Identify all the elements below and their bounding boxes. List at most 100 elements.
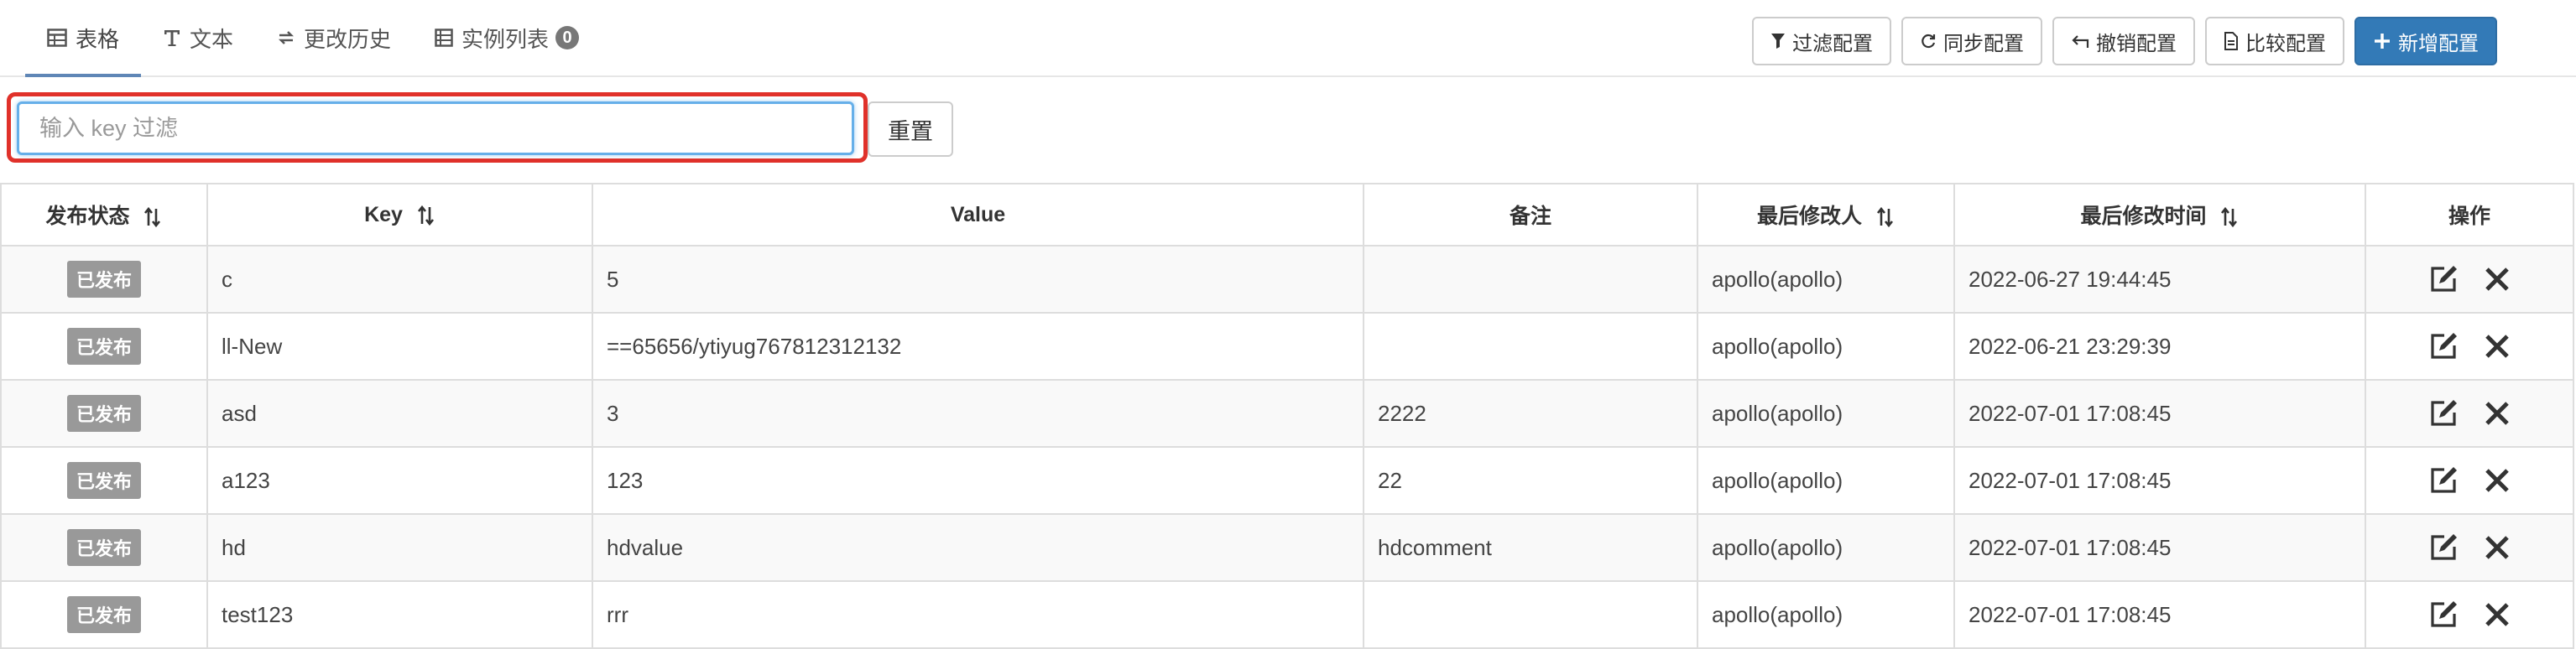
config-toolbar: 过滤配置 同步配置 撤销配置 比较配置 新增配置 (1752, 17, 2497, 65)
compare-config-button[interactable]: 比较配置 (2205, 17, 2344, 65)
column-header-value: Value (592, 183, 1364, 247)
tab-label: 文本 (190, 26, 234, 52)
status-badge: 已发布 (66, 328, 141, 365)
status-badge: 已发布 (66, 261, 141, 298)
key-cell: hd (206, 513, 593, 582)
value-cell: 5 (592, 245, 1364, 314)
delete-icon[interactable] (2483, 600, 2511, 629)
button-label: 过滤配置 (1792, 32, 1873, 55)
modifier-cell: apollo(apollo) (1697, 446, 1955, 515)
tab-table[interactable]: 表格 (25, 0, 142, 77)
delete-icon[interactable] (2483, 533, 2511, 562)
button-label: 比较配置 (2245, 32, 2326, 55)
edit-icon[interactable] (2427, 599, 2459, 631)
edit-icon[interactable] (2427, 397, 2459, 429)
status-badge: 已发布 (66, 596, 141, 633)
reset-button[interactable]: 重置 (868, 101, 953, 157)
edit-icon[interactable] (2427, 263, 2459, 295)
time-cell: 2022-06-21 23:29:39 (1953, 312, 2366, 381)
table-icon (47, 29, 67, 47)
tab-instance-list[interactable]: 实例列表 0 (413, 0, 601, 75)
time-cell: 2022-06-27 19:44:45 (1953, 245, 2366, 314)
key-cell: a123 (206, 446, 593, 515)
button-label: 同步配置 (1943, 32, 2024, 55)
value-cell: hdvalue (592, 513, 1364, 582)
edit-icon[interactable] (2427, 330, 2459, 362)
table-row: 已发布 test123 rrr apollo(apollo) 2022-07-0… (0, 580, 2574, 649)
modifier-cell: apollo(apollo) (1697, 580, 1955, 649)
time-cell: 2022-07-01 17:08:45 (1953, 379, 2366, 448)
key-cell: asd (206, 379, 593, 448)
key-cell: c (206, 245, 593, 314)
status-badge: 已发布 (66, 529, 141, 566)
filter-config-button[interactable]: 过滤配置 (1752, 17, 1891, 65)
modifier-cell: apollo(apollo) (1697, 245, 1955, 314)
status-cell: 已发布 (0, 312, 208, 381)
status-cell: 已发布 (0, 379, 208, 448)
status-cell: 已发布 (0, 446, 208, 515)
value-cell: 3 (592, 379, 1364, 448)
time-cell: 2022-07-01 17:08:45 (1953, 446, 2366, 515)
filter-icon (1770, 33, 1786, 49)
table-row: 已发布 c 5 apollo(apollo) 2022-06-27 19:44:… (0, 245, 2574, 314)
add-config-button[interactable]: 新增配置 (2354, 17, 2497, 65)
ops-cell (2365, 446, 2574, 515)
comment-cell (1363, 312, 1698, 381)
sync-config-button[interactable]: 同步配置 (1901, 17, 2042, 65)
tab-label: 更改历史 (304, 26, 392, 52)
column-header-comment: 备注 (1363, 183, 1698, 247)
tab-label: 表格 (76, 26, 120, 52)
table-header-row: 发布状态 Key Value 备注 最后修改人 最后修改时间 操作 (0, 183, 2574, 247)
tab-text[interactable]: 文本 (141, 0, 255, 75)
ops-cell (2365, 312, 2574, 381)
status-cell: 已发布 (0, 245, 208, 314)
status-cell: 已发布 (0, 513, 208, 582)
ops-cell (2365, 379, 2574, 448)
ops-cell (2365, 580, 2574, 649)
column-header-time[interactable]: 最后修改时间 (1953, 183, 2366, 247)
button-label: 撤销配置 (2096, 32, 2177, 55)
delete-icon[interactable] (2483, 399, 2511, 428)
sort-icon[interactable] (417, 205, 435, 226)
tab-history[interactable]: 更改历史 (255, 0, 413, 75)
modifier-cell: apollo(apollo) (1697, 379, 1955, 448)
tab-label: 实例列表 (461, 26, 550, 52)
history-icon (277, 29, 295, 47)
column-header-ops: 操作 (2365, 183, 2574, 247)
button-label: 新增配置 (2398, 32, 2479, 55)
column-header-modifier[interactable]: 最后修改人 (1697, 183, 1955, 247)
key-filter-input[interactable] (17, 101, 854, 155)
table-row: 已发布 a123 123 22 apollo(apollo) 2022-07-0… (0, 446, 2574, 515)
text-icon (163, 29, 181, 47)
sort-icon[interactable] (2220, 207, 2239, 228)
sync-icon (1920, 33, 1937, 49)
comment-cell: 2222 (1363, 379, 1698, 448)
status-cell: 已发布 (0, 580, 208, 649)
time-cell: 2022-07-01 17:08:45 (1953, 513, 2366, 582)
plus-icon (2373, 32, 2391, 50)
status-badge: 已发布 (66, 395, 141, 432)
edit-icon[interactable] (2427, 465, 2459, 496)
ops-cell (2365, 513, 2574, 582)
sort-icon[interactable] (143, 207, 162, 228)
status-badge: 已发布 (66, 462, 141, 499)
key-cell: ll-New (206, 312, 593, 381)
comment-cell: hdcomment (1363, 513, 1698, 582)
delete-icon[interactable] (2483, 265, 2511, 293)
value-cell: rrr (592, 580, 1364, 649)
instance-list-icon (435, 29, 453, 47)
view-tabs: 表格 文本 更改历史 实例列表 0 (25, 0, 601, 77)
column-header-status[interactable]: 发布状态 (0, 183, 208, 247)
delete-icon[interactable] (2483, 332, 2511, 361)
time-cell: 2022-07-01 17:08:45 (1953, 580, 2366, 649)
column-header-key[interactable]: Key (206, 183, 593, 247)
delete-icon[interactable] (2483, 466, 2511, 495)
comment-cell (1363, 245, 1698, 314)
comment-cell: 22 (1363, 446, 1698, 515)
revoke-config-button[interactable]: 撤销配置 (2052, 17, 2195, 65)
config-table: 发布状态 Key Value 备注 最后修改人 最后修改时间 操作 已发布 c … (0, 183, 2574, 649)
sort-icon[interactable] (1876, 207, 1895, 228)
config-header-bar: 表格 文本 更改历史 实例列表 0 过滤配置 同步配置 撤销配置 比较配置 新增… (0, 0, 2576, 77)
table-row: 已发布 hd hdvalue hdcomment apollo(apollo) … (0, 513, 2574, 582)
edit-icon[interactable] (2427, 532, 2459, 563)
